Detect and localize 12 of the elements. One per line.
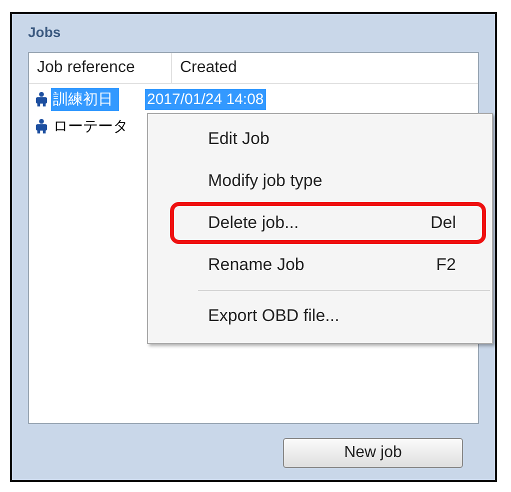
column-header[interactable]: Job reference [29, 53, 172, 83]
menu-item[interactable]: Export OBD file... [170, 295, 486, 337]
person-icon [35, 91, 48, 107]
new-job-button[interactable]: New job [283, 438, 463, 468]
panel-title: Jobs [28, 24, 62, 42]
menu-item[interactable]: Modify job type [170, 160, 486, 202]
menu-item[interactable]: Edit Job [170, 118, 486, 160]
menu-item[interactable]: Rename Job F2 [170, 244, 486, 286]
person-icon [35, 118, 48, 134]
column-header[interactable]: Created [172, 53, 245, 83]
menu-item[interactable]: Delete job... Del [170, 202, 486, 244]
table-cell[interactable]: ローテータ [51, 114, 130, 138]
